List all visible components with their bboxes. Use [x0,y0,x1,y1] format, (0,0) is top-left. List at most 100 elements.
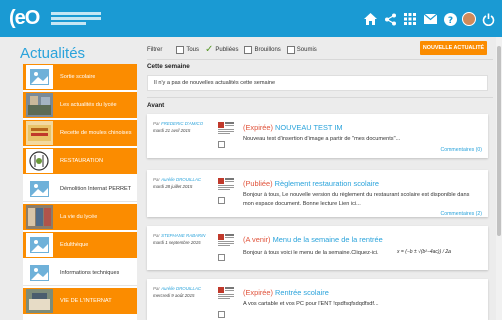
sidebar-item-restauration[interactable]: RESTAURATION [23,148,137,174]
card-author[interactable]: Aurélie DROUILLAC [161,177,201,182]
card-comments-link[interactable]: Commentaires (2) [440,211,482,217]
sidebar-item-label: La vie du lycée [60,214,98,220]
card-title[interactable]: (Expirée) Rentrée scolaire [243,288,329,297]
restauration-drawing-thumbnail [26,149,53,173]
card-meta: Par Aurélie DROUILLAC mardi 28 juillet 2… [153,176,213,190]
before-heading: Avant [147,102,165,109]
card-title[interactable]: (Expirée) NOUVEAU TEST IM [243,123,343,132]
filter-option-label: Publiées [215,47,239,53]
checkmark-icon[interactable]: ✓ [205,45,213,55]
sidebar-item-actualites-lycee[interactable]: Les actualités du lycée [23,92,137,118]
card-date: mardi 28 juillet 2015 [153,184,193,189]
sidebar-item-sortie-scolaire[interactable]: Sortie scolaire [23,64,137,90]
news-paper-icon [217,120,236,137]
sidebar-item-label: Edulthèque [60,242,89,248]
top-bar: (eO ? [0,0,502,37]
card-title-text: Menu de la semaine de la rentrée [272,235,383,244]
sidebar-item-label: VIE DE L'INTERNAT [60,298,112,304]
sidebar-item-label: Démolition Internat PERRET [60,185,132,192]
news-photo-thumbnail [26,93,53,117]
card-comments-link[interactable]: Commentaires (0) [440,147,482,153]
logo-tagline [51,12,101,26]
card-select-checkbox[interactable] [218,197,225,204]
card-select-checkbox[interactable] [218,141,225,148]
home-icon[interactable] [362,11,378,27]
card-title[interactable]: (A venir) Menu de la semaine de la rentr… [243,235,383,244]
image-placeholder-icon [26,260,53,285]
filter-brouillons-checkbox[interactable] [244,46,253,54]
avatar[interactable] [462,12,476,26]
filter-soumis[interactable]: Soumis [286,46,317,54]
card-date: mardi 1 septembre 2015 [153,240,201,245]
author-prefix: Par [153,286,160,291]
news-sidebar: Sortie scolaire Les actualités du lycée … [23,64,137,320]
news-card[interactable]: Par Aurélie DROUILLAC mercredi 9 août 20… [147,279,488,320]
card-select-checkbox[interactable] [218,254,225,261]
card-status: (A venir) [243,235,271,244]
sidebar-item-demolition[interactable]: Démolition Internat PERRET [23,176,137,202]
filter-brouillons[interactable]: Brouillons [244,46,281,54]
sidebar-item-vie-lycee[interactable]: La vie du lycée [23,204,137,230]
sidebar-item-infos-techniques[interactable]: Informations techniques [23,260,137,286]
card-select-checkbox[interactable] [218,311,225,318]
filter-soumis-checkbox[interactable] [286,46,295,54]
card-body: Bonjour à tous, Le nouvelle version du r… [243,192,470,207]
card-meta: Par FREDERIC D'AMICO mardi 21 avril 2015 [153,120,213,134]
svg-text:?: ? [447,16,452,26]
header-icons: ? [362,10,496,28]
card-body: Bonjour à tous voici le menu de la semai… [243,250,379,256]
recipe-photo-thumbnail [26,121,53,145]
news-paper-icon [217,232,236,249]
news-card[interactable]: Par FREDERIC D'AMICO mardi 21 avril 2015… [147,114,488,158]
filter-bar: Filtrer Tous ✓ Publiées Brouillons Soumi… [147,43,323,57]
app-logo[interactable]: (eO [9,6,49,30]
empty-week-message: Il n'y a pas de nouvelles actualités cet… [147,75,488,91]
image-placeholder-icon [26,233,53,257]
image-placeholder-icon [26,65,53,89]
new-article-button[interactable]: NOUVELLE ACTUALITÉ [420,41,487,55]
this-week-heading: Cette semaine [147,63,190,70]
apps-grid-icon[interactable] [402,11,418,27]
power-icon[interactable] [480,11,496,27]
share-icon[interactable] [382,11,398,27]
filter-option-label: Brouillons [254,47,281,53]
card-title-text: Rentrée scolaire [275,288,329,297]
card-author[interactable]: Aurélie DROUILLAC [161,286,201,291]
school-life-photo-thumbnail [26,205,53,229]
mail-icon[interactable] [422,11,438,27]
sidebar-item-label: Informations techniques [60,269,120,276]
help-icon[interactable]: ? [442,11,458,27]
filter-option-label: Tous [186,47,200,53]
dormitory-photo-thumbnail [26,289,53,313]
card-author[interactable]: FREDERIC D'AMICO [161,121,203,126]
filter-option-label: Soumis [296,47,317,53]
sidebar-item-label: Les actualités du lycée [60,102,117,108]
card-meta: Par Aurélie DROUILLAC mercredi 9 août 20… [153,285,213,299]
sidebar-item-label: RESTAURATION [60,158,103,164]
divider [147,59,493,60]
card-body: Nouveau test d'insertion d'image a parti… [243,136,401,142]
sidebar-item-vie-internat[interactable]: VIE DE L'INTERNAT [23,288,137,314]
news-card[interactable]: Par STEPHANE RABARIN mardi 1 septembre 2… [147,226,488,270]
filter-publiees[interactable]: ✓ Publiées [205,45,239,55]
card-status: (Expirée) [243,288,273,297]
card-title[interactable]: (Publiée) Règlement restauration scolair… [243,179,379,188]
sidebar-item-label: Recette de moules chinoises [60,130,132,136]
card-body: A vos cartable et vos PC pour l'ENT !qsd… [243,301,379,307]
filter-tous[interactable]: Tous [176,46,199,54]
card-date: mercredi 9 août 2015 [153,293,195,298]
card-title-text: NOUVEAU TEST IM [275,123,343,132]
sidebar-item-recette[interactable]: Recette de moules chinoises [23,120,137,146]
sidebar-item-edultheque[interactable]: Edulthèque [23,232,137,258]
news-card[interactable]: Par Aurélie DROUILLAC mardi 28 juillet 2… [147,170,488,217]
card-status: (Expirée) [243,123,273,132]
sidebar-item-label: Sortie scolaire [60,74,96,80]
filter-label: Filtrer [147,47,163,53]
filter-tous-checkbox[interactable] [176,46,185,54]
card-body-ellipsis: ... [445,249,450,255]
scrollbar-thumb[interactable] [497,46,501,236]
card-date: mardi 21 avril 2015 [153,128,191,133]
divider [147,97,493,98]
card-author[interactable]: STEPHANE RABARIN [161,233,205,238]
author-prefix: Par [153,121,160,126]
